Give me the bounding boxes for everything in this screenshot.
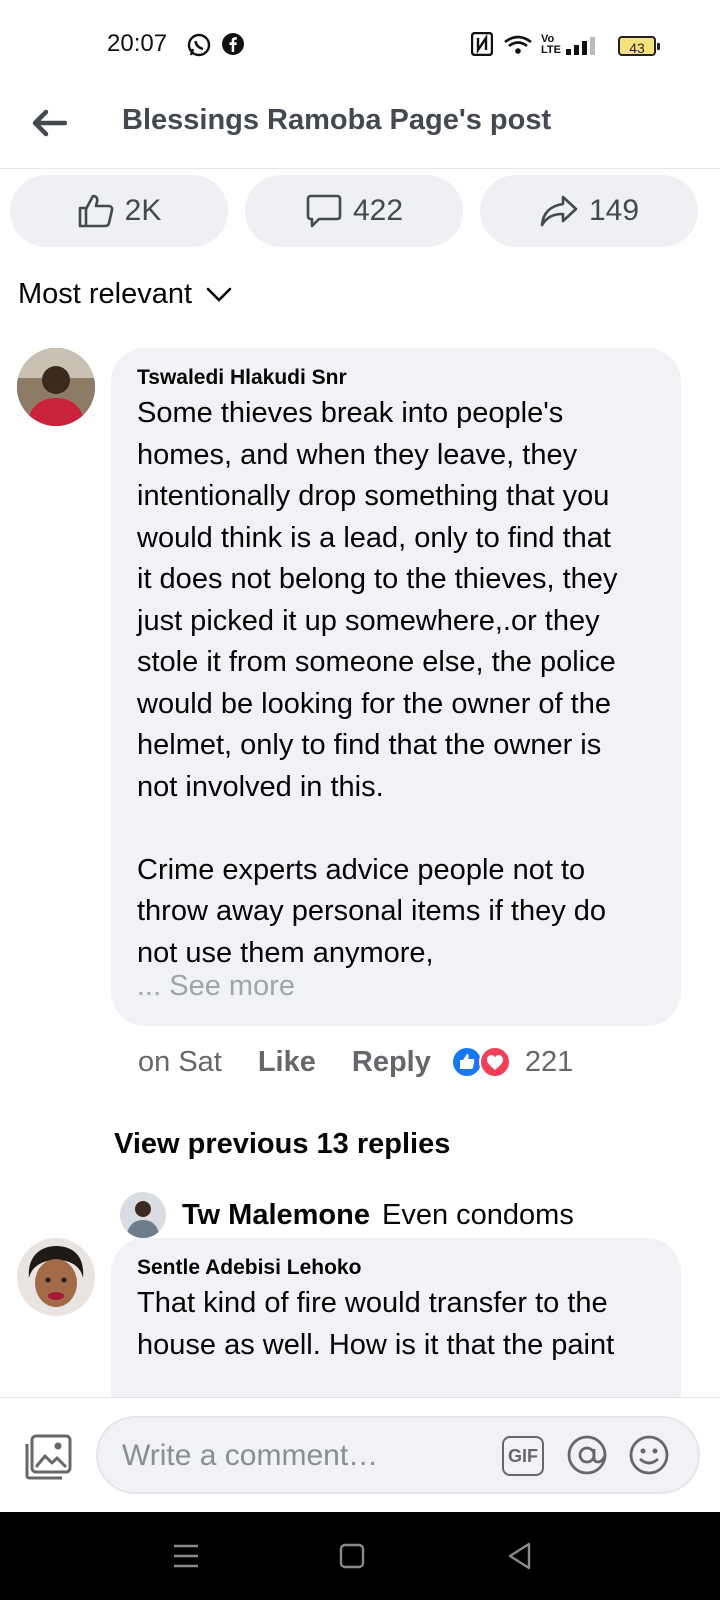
comment-time: on Sat: [138, 1045, 222, 1078]
status-bar: 20:07 Vo LTE 43: [0, 0, 720, 90]
comment-text: That kind of fire would transfer to the …: [137, 1287, 615, 1361]
photo-icon: [25, 1434, 72, 1480]
like-button[interactable]: Like: [258, 1046, 316, 1079]
back-nav-button[interactable]: [498, 1534, 542, 1578]
facebook-icon: [221, 32, 245, 61]
gif-label: GIF: [508, 1446, 538, 1466]
reply-author[interactable]: Tw Malemone: [182, 1199, 370, 1232]
menu-icon: [174, 1544, 198, 1568]
post-header: Blessings Ramoba Page's post: [0, 90, 720, 169]
comment-icon: [306, 194, 342, 228]
likes-count: 2K: [124, 194, 162, 227]
mention-button[interactable]: [566, 1434, 608, 1481]
view-previous-replies[interactable]: View previous 13 replies: [114, 1128, 450, 1161]
avatar[interactable]: [17, 1238, 95, 1316]
share-icon: [540, 195, 578, 227]
gif-button[interactable]: GIF: [502, 1436, 544, 1476]
emoji-button[interactable]: [628, 1434, 670, 1481]
avatar[interactable]: [17, 348, 95, 426]
likes-pill[interactable]: 2K: [10, 175, 228, 247]
reply-button[interactable]: Reply: [352, 1046, 431, 1079]
back-button[interactable]: [26, 100, 72, 146]
menu-button[interactable]: [164, 1534, 208, 1578]
home-button[interactable]: [330, 1534, 374, 1578]
reply-preview[interactable]: Tw Malemone Even condoms: [120, 1192, 574, 1238]
see-more-link[interactable]: ... See more: [137, 970, 295, 1003]
shares-count: 149: [588, 194, 640, 227]
back-triangle-icon: [508, 1542, 531, 1570]
smiley-icon: [629, 1435, 669, 1475]
thumbs-up-icon: [78, 194, 114, 228]
signal-icon: [565, 36, 599, 61]
photo-button[interactable]: [24, 1434, 72, 1480]
comment-field: GIF: [96, 1416, 700, 1494]
shares-pill[interactable]: 149: [480, 175, 698, 247]
comment-text: Some thieves break into people's homes, …: [137, 397, 618, 969]
whatsapp-icon: [186, 32, 212, 63]
back-arrow-icon: [32, 109, 67, 137]
comment-author[interactable]: Sentle Adebisi Lehoko: [137, 1256, 361, 1280]
page-title: Blessings Ramoba Page's post: [122, 104, 552, 136]
sort-label: Most relevant: [18, 278, 193, 310]
system-nav-bar: [0, 1512, 720, 1600]
comments-count: 422: [352, 194, 404, 227]
nfc-icon: [470, 31, 494, 61]
comments-pill[interactable]: 422: [245, 175, 463, 247]
chevron-down-icon: [206, 287, 232, 302]
sort-dropdown[interactable]: Most relevant: [18, 278, 232, 311]
reaction-summary[interactable]: 221: [450, 1045, 574, 1079]
at-sign-icon: [567, 1435, 607, 1475]
status-time: 20:07: [107, 30, 168, 57]
comment-input[interactable]: [120, 1418, 504, 1494]
wifi-icon: [503, 34, 533, 61]
reply-text: Even condoms: [382, 1198, 574, 1231]
avatar[interactable]: [120, 1192, 166, 1238]
love-reaction-icon: [478, 1046, 511, 1078]
comment-author[interactable]: Tswaledi Hlakudi Snr: [137, 366, 347, 390]
comment-bubble[interactable]: Tswaledi Hlakudi Snr Some thieves break …: [111, 348, 681, 1026]
home-square-icon: [339, 1543, 365, 1569]
comment-actions: on Sat Like Reply 221: [138, 1042, 573, 1082]
comment-composer: GIF: [0, 1397, 720, 1510]
volte-icon: Vo LTE: [541, 33, 561, 56]
reaction-count: 221: [524, 1045, 574, 1078]
battery-icon: 43: [618, 36, 660, 56]
